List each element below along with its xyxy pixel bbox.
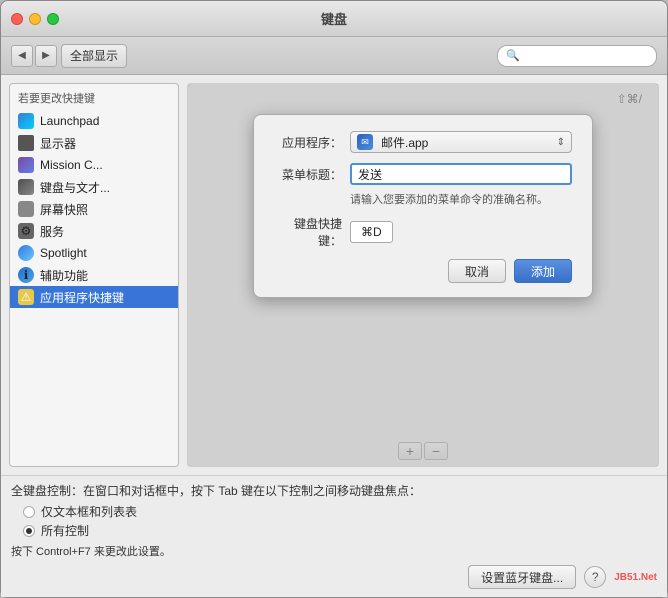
window-title: 键盘 bbox=[321, 9, 347, 28]
menu-input[interactable] bbox=[350, 163, 572, 185]
radio-item-all-controls[interactable]: 所有控制 bbox=[23, 522, 657, 539]
search-icon: 🔍 bbox=[506, 49, 520, 62]
dialog-hint: 请输入您要添加的菜单命令的准确名称。 bbox=[350, 191, 572, 207]
back-button[interactable]: ◀ bbox=[11, 45, 33, 67]
spotlight-icon bbox=[18, 245, 34, 261]
right-panel: ⇧⌘/ 应用程序： ✉ 邮件.app ⇕ bbox=[187, 83, 659, 467]
sidebar-item-accessibility[interactable]: ℹ 辅助功能 bbox=[10, 264, 178, 286]
close-button[interactable] bbox=[11, 13, 23, 25]
shortcut-display-value: ⌘D bbox=[361, 225, 382, 239]
shortcut-label: 键盘快捷键： bbox=[274, 215, 342, 249]
show-all-button[interactable]: 全部显示 bbox=[61, 44, 127, 68]
sidebar-label-accessibility: 辅助功能 bbox=[40, 267, 88, 284]
sidebar-item-display[interactable]: 显示器 bbox=[10, 132, 178, 154]
sidebar-label-spotlight: Spotlight bbox=[40, 246, 87, 260]
titlebar: 键盘 bbox=[1, 1, 667, 37]
radio-item-text-only[interactable]: 仅文本框和列表表 bbox=[23, 503, 657, 520]
sidebar-item-services[interactable]: ⚙ 服务 bbox=[10, 220, 178, 242]
cancel-button[interactable]: 取消 bbox=[448, 259, 506, 283]
select-arrow-icon: ⇕ bbox=[557, 137, 565, 148]
screenshot-icon bbox=[18, 201, 34, 217]
app-row: 应用程序： ✉ 邮件.app ⇕ bbox=[274, 131, 572, 153]
traffic-lights bbox=[11, 13, 59, 25]
dialog-buttons: 取消 添加 bbox=[274, 259, 572, 283]
toolbar: ◀ ▶ 全部显示 🔍 bbox=[1, 37, 667, 75]
sidebar-item-appshortcuts[interactable]: ⚠ 应用程序快捷键 bbox=[10, 286, 178, 308]
sidebar-item-launchpad[interactable]: Launchpad bbox=[10, 110, 178, 132]
footer-main-text: 全键盘控制：在窗口和对话框中，按下 Tab 键在以下控制之间移动键盘焦点： bbox=[11, 482, 657, 499]
sidebar-label-mission: Mission C... bbox=[40, 158, 103, 172]
app-label: 应用程序： bbox=[274, 134, 342, 151]
mail-icon: ✉ bbox=[357, 134, 373, 150]
sidebar-label-display: 显示器 bbox=[40, 135, 76, 152]
left-panel: 若要更改快捷键 Launchpad 显示器 Mission C... 键盘与文才… bbox=[9, 83, 179, 467]
appshortcut-icon: ⚠ bbox=[18, 289, 34, 305]
bluetooth-button[interactable]: 设置蓝牙键盘... bbox=[468, 565, 576, 589]
services-icon: ⚙ bbox=[18, 223, 34, 239]
app-select-wrap: ✉ 邮件.app ⇕ bbox=[350, 131, 572, 153]
sidebar-label-services: 服务 bbox=[40, 223, 64, 240]
watermark: JB51.Net bbox=[614, 572, 657, 583]
sidebar-label-appshortcuts: 应用程序快捷键 bbox=[40, 289, 124, 306]
help-button[interactable]: ? bbox=[584, 566, 606, 588]
radio-circle-all-controls bbox=[23, 525, 35, 537]
sidebar-item-spotlight[interactable]: Spotlight bbox=[10, 242, 178, 264]
minimize-button[interactable] bbox=[29, 13, 41, 25]
radio-label-all-controls: 所有控制 bbox=[41, 522, 89, 539]
sidebar-label-launchpad: Launchpad bbox=[40, 114, 99, 128]
dialog-overlay: 应用程序： ✉ 邮件.app ⇕ bbox=[188, 84, 658, 466]
sidebar-item-mission[interactable]: Mission C... bbox=[10, 154, 178, 176]
main-window: 键盘 ◀ ▶ 全部显示 🔍 若要更改快捷键 Launchpad 显示器 bbox=[0, 0, 668, 598]
display-icon bbox=[18, 135, 34, 151]
keyboard-icon bbox=[18, 179, 34, 195]
mission-icon bbox=[18, 157, 34, 173]
accessibility-icon: ℹ bbox=[18, 267, 34, 283]
sidebar-label-screenshot: 屏幕快照 bbox=[40, 201, 88, 218]
main-content: 若要更改快捷键 Launchpad 显示器 Mission C... 键盘与文才… bbox=[1, 75, 667, 475]
search-input[interactable] bbox=[524, 49, 648, 63]
add-shortcut-dialog: 应用程序： ✉ 邮件.app ⇕ bbox=[253, 114, 593, 298]
radio-circle-text-only bbox=[23, 506, 35, 518]
sidebar-item-screenshot[interactable]: 屏幕快照 bbox=[10, 198, 178, 220]
footer-bottom: 设置蓝牙键盘... ? JB51.Net bbox=[11, 565, 657, 589]
sidebar-list: Launchpad 显示器 Mission C... 键盘与文才... 屏幕快照 bbox=[10, 110, 178, 466]
footer-note: 按下 Control+F7 来更改此设置。 bbox=[11, 543, 657, 559]
panel-header: 若要更改快捷键 bbox=[10, 84, 178, 110]
app-value: 邮件.app bbox=[381, 134, 428, 151]
launchpad-icon bbox=[18, 113, 34, 129]
maximize-button[interactable] bbox=[47, 13, 59, 25]
footer: 全键盘控制：在窗口和对话框中，按下 Tab 键在以下控制之间移动键盘焦点： 仅文… bbox=[1, 475, 667, 597]
radio-group: 仅文本框和列表表 所有控制 bbox=[23, 503, 657, 539]
search-box: 🔍 bbox=[497, 45, 657, 67]
app-select[interactable]: ✉ 邮件.app ⇕ bbox=[350, 131, 572, 153]
sidebar-item-keyboard[interactable]: 键盘与文才... bbox=[10, 176, 178, 198]
nav-buttons: ◀ ▶ bbox=[11, 45, 57, 67]
forward-button[interactable]: ▶ bbox=[35, 45, 57, 67]
radio-label-text-only: 仅文本框和列表表 bbox=[41, 503, 137, 520]
menu-row: 菜单标题： bbox=[274, 163, 572, 185]
shortcut-row: 键盘快捷键： ⌘D bbox=[274, 215, 572, 249]
shortcut-display[interactable]: ⌘D bbox=[350, 221, 393, 243]
add-button[interactable]: 添加 bbox=[514, 259, 572, 283]
menu-label: 菜单标题： bbox=[274, 166, 342, 183]
sidebar-label-keyboard: 键盘与文才... bbox=[40, 179, 110, 196]
